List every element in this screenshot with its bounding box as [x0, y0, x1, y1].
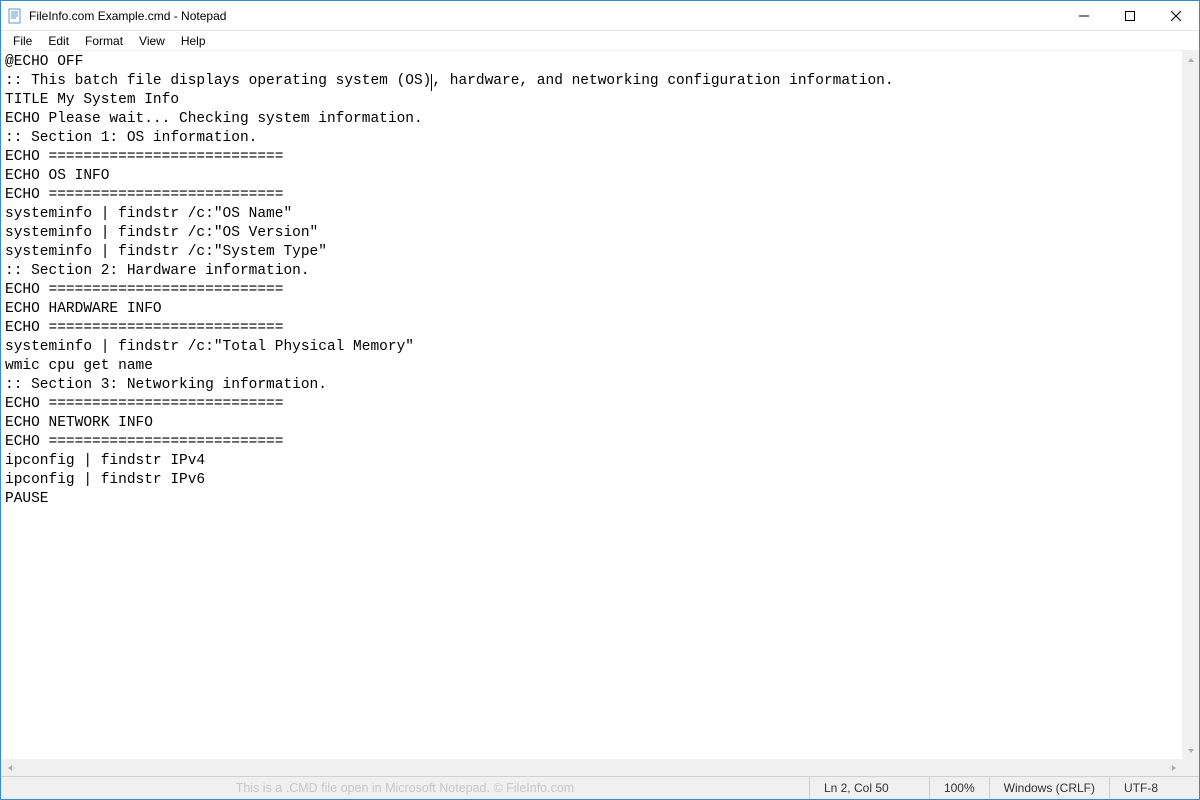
scroll-track-v[interactable] — [1182, 68, 1199, 742]
menu-edit[interactable]: Edit — [40, 32, 77, 50]
menu-format[interactable]: Format — [77, 32, 131, 50]
status-message: This is a .CMD file open in Microsoft No… — [1, 777, 809, 799]
maximize-button[interactable] — [1107, 1, 1153, 31]
text-line: :: This batch file displays operating sy… — [5, 73, 894, 89]
notepad-icon — [7, 8, 23, 24]
scroll-left-button[interactable] — [1, 759, 18, 776]
status-zoom: 100% — [929, 777, 989, 799]
window-title: FileInfo.com Example.cmd - Notepad — [29, 9, 1061, 23]
status-cursor-position: Ln 2, Col 50 — [809, 777, 929, 799]
scroll-right-button[interactable] — [1165, 759, 1182, 776]
scroll-corner — [1182, 759, 1199, 776]
status-encoding: UTF-8 — [1109, 777, 1199, 799]
status-line-ending: Windows (CRLF) — [989, 777, 1109, 799]
editor-area: @ECHO OFF :: This batch file displays op… — [1, 51, 1199, 776]
status-bar: This is a .CMD file open in Microsoft No… — [1, 776, 1199, 799]
vertical-scrollbar[interactable] — [1182, 51, 1199, 759]
text-fragment: :: This batch file displays operating sy… — [5, 73, 431, 89]
scroll-up-button[interactable] — [1182, 51, 1199, 68]
menu-file[interactable]: File — [5, 32, 40, 50]
window-controls — [1061, 1, 1199, 30]
minimize-button[interactable] — [1061, 1, 1107, 31]
scroll-track-h[interactable] — [18, 759, 1165, 776]
text-block: TITLE My System Info ECHO Please wait...… — [5, 92, 423, 507]
menu-bar: File Edit Format View Help — [1, 31, 1199, 51]
scroll-down-button[interactable] — [1182, 742, 1199, 759]
title-bar: FileInfo.com Example.cmd - Notepad — [1, 1, 1199, 31]
text-editor[interactable]: @ECHO OFF :: This batch file displays op… — [1, 51, 1182, 759]
text-fragment: , hardware, and networking configuration… — [432, 73, 893, 89]
menu-view[interactable]: View — [131, 32, 173, 50]
close-button[interactable] — [1153, 1, 1199, 31]
menu-help[interactable]: Help — [173, 32, 214, 50]
text-line: @ECHO OFF — [5, 54, 83, 70]
text-caret — [431, 74, 432, 91]
notepad-window: FileInfo.com Example.cmd - Notepad File … — [0, 0, 1200, 800]
horizontal-scrollbar[interactable] — [1, 759, 1182, 776]
